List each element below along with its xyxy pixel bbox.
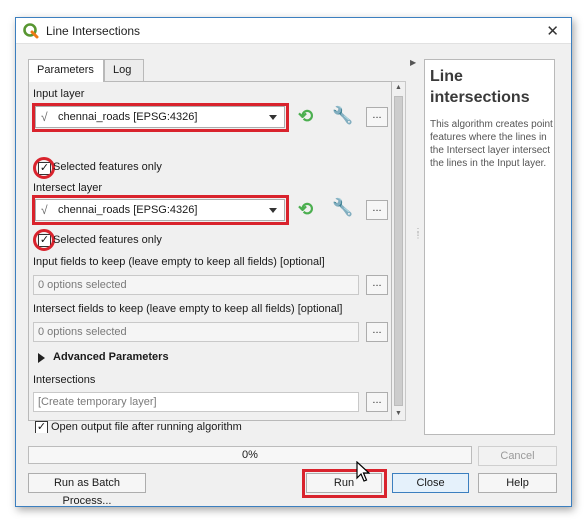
window-title: Line Intersections bbox=[46, 24, 141, 38]
tab-parameters[interactable]: Parameters bbox=[28, 59, 104, 82]
intersect-fields-browse-button[interactable]: ... bbox=[366, 322, 388, 342]
help-title: Line intersections bbox=[430, 68, 530, 106]
splitter-handle[interactable]: ⋮ ⋮ bbox=[414, 228, 422, 240]
expand-arrow-icon[interactable] bbox=[38, 353, 45, 363]
open-output-checkbox[interactable]: ✓ bbox=[35, 421, 48, 433]
input-fields-browse-button[interactable]: ... bbox=[366, 275, 388, 295]
cancel-button[interactable]: Cancel bbox=[478, 446, 557, 466]
dialog-window: Line Intersections ✕ Parameters Log Inpu… bbox=[15, 17, 572, 507]
intersect-layer-browse-button[interactable]: ... bbox=[366, 200, 388, 220]
highlight-circle bbox=[33, 157, 55, 179]
advanced-parameters-toggle[interactable]: Advanced Parameters bbox=[53, 351, 169, 363]
tab-log[interactable]: Log bbox=[104, 59, 144, 81]
input-layer-label: Input layer bbox=[33, 88, 85, 100]
intersect-fields-label: Intersect fields to keep (leave empty to… bbox=[33, 303, 343, 315]
wrench-icon[interactable]: 🔧 bbox=[332, 198, 353, 218]
intersect-layer-label: Intersect layer bbox=[33, 182, 103, 194]
input-layer-browse-button[interactable]: ... bbox=[366, 107, 388, 127]
open-output-label: Open output file after running algorithm bbox=[51, 421, 242, 433]
highlight-box bbox=[302, 469, 387, 498]
batch-process-button[interactable]: Run as Batch Process... bbox=[28, 473, 146, 507]
help-panel: Line intersections This algorithm create… bbox=[424, 59, 555, 435]
input-selected-label: Selected features only bbox=[53, 161, 162, 173]
title-bar: Line Intersections ✕ bbox=[16, 18, 571, 44]
help-button[interactable]: Help bbox=[478, 473, 557, 493]
input-fields-select[interactable]: 0 options selected bbox=[33, 275, 359, 295]
highlight-box bbox=[32, 103, 289, 132]
intersections-output-field[interactable]: [Create temporary layer] bbox=[33, 392, 359, 412]
parameters-panel: Input layer √ chennai_roads [EPSG:4326] … bbox=[28, 81, 392, 433]
intersect-fields-select[interactable]: 0 options selected bbox=[33, 322, 359, 342]
collapse-arrow-icon[interactable]: ▶ bbox=[410, 58, 416, 67]
intersections-label: Intersections bbox=[33, 374, 96, 386]
parameters-scrollbar[interactable]: ▲ ▼ bbox=[392, 81, 406, 421]
close-window-icon[interactable]: ✕ bbox=[546, 22, 559, 40]
scroll-thumb[interactable] bbox=[394, 96, 403, 406]
iterate-icon[interactable]: ⟲ bbox=[298, 106, 313, 127]
intersect-selected-label: Selected features only bbox=[53, 234, 162, 246]
intersections-browse-button[interactable]: ... bbox=[366, 392, 388, 412]
scroll-down-icon[interactable]: ▼ bbox=[395, 410, 402, 417]
help-body: This algorithm creates point features wh… bbox=[430, 119, 553, 169]
qgis-logo-icon bbox=[23, 23, 39, 39]
highlight-box bbox=[32, 195, 289, 225]
progress-bar: 0% bbox=[28, 446, 472, 464]
scroll-up-icon[interactable]: ▲ bbox=[395, 84, 402, 91]
iterate-icon[interactable]: ⟲ bbox=[298, 199, 313, 220]
mouse-cursor-icon bbox=[356, 461, 370, 482]
input-fields-label: Input fields to keep (leave empty to kee… bbox=[33, 256, 325, 268]
close-button[interactable]: Close bbox=[392, 473, 469, 493]
wrench-icon[interactable]: 🔧 bbox=[332, 106, 353, 126]
highlight-circle bbox=[33, 229, 55, 251]
